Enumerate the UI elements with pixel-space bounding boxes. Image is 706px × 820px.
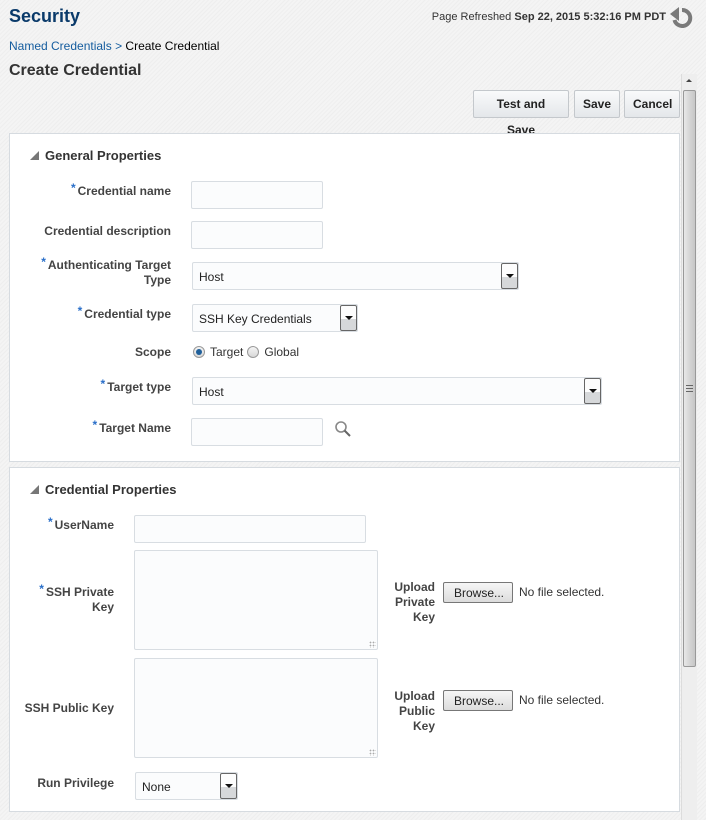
scope-global-radio[interactable]: [247, 346, 260, 358]
scroll-grip-icon: [686, 385, 693, 392]
credential-properties-panel: Credential Properties * UserName * SSH Pri…: [9, 467, 680, 812]
resize-grip-icon[interactable]: [369, 641, 376, 648]
scroll-thumb[interactable]: [683, 90, 696, 667]
chevron-down-icon[interactable]: [584, 378, 601, 404]
vertical-scrollbar[interactable]: [681, 74, 697, 820]
run-privilege-select[interactable]: None: [135, 772, 238, 800]
scope-target-radio[interactable]: [193, 346, 205, 358]
credential-description-label: Credential description: [44, 224, 171, 238]
required-marker: *: [70, 181, 76, 195]
breadcrumb-current: Create Credential: [125, 39, 220, 53]
credential-type-label: * Credential type: [77, 304, 171, 321]
credential-name-input[interactable]: [191, 181, 323, 209]
refresh-time: Sep 22, 2015 5:32:16 PM PDT: [514, 11, 666, 23]
username-input[interactable]: [134, 515, 366, 543]
page-refreshed-status: Page Refreshed Sep 22, 2015 5:32:16 PM P…: [432, 11, 666, 23]
ssh-private-key-label: * SSH Private Key: [39, 582, 114, 614]
ssh-private-key-textarea[interactable]: [134, 550, 378, 650]
chevron-down-icon[interactable]: [501, 263, 518, 289]
scope-target-label[interactable]: Target: [210, 345, 243, 359]
page-subtitle: Create Credential: [9, 62, 142, 79]
browse-private-key-button[interactable]: Browse...: [443, 582, 513, 603]
refresh-icon[interactable]: [670, 6, 694, 28]
username-label: * UserName: [47, 515, 114, 532]
scope-label: Scope: [134, 345, 171, 359]
target-type-select[interactable]: Host: [192, 377, 602, 405]
upload-private-key-label: Upload Private Key: [394, 580, 435, 624]
browse-public-key-button[interactable]: Browse...: [443, 690, 513, 711]
private-key-file-status: No file selected.: [519, 585, 605, 599]
resize-grip-icon[interactable]: [369, 749, 376, 756]
target-type-label: * Target type: [100, 377, 171, 394]
breadcrumb-separator: >: [115, 39, 123, 53]
refresh-prefix: Page Refreshed: [431, 11, 512, 23]
chevron-down-icon[interactable]: [220, 773, 237, 799]
ssh-private-key-field: [134, 550, 378, 650]
save-button[interactable]: Save: [574, 90, 620, 118]
page-title: Security: [9, 6, 81, 26]
collapse-triangle-icon: [30, 151, 39, 160]
breadcrumb: Named Credentials > Create Credential: [9, 39, 219, 53]
credential-description-input[interactable]: [191, 221, 323, 249]
upload-public-key-label: Upload Public Key: [394, 689, 435, 733]
collapse-triangle-icon: [30, 485, 39, 494]
authenticating-target-type-select[interactable]: Host: [192, 262, 519, 290]
breadcrumb-named-credentials[interactable]: Named Credentials: [9, 39, 112, 53]
general-properties-header[interactable]: General Properties: [30, 148, 161, 163]
credential-type-select[interactable]: SSH Key Credentials: [192, 304, 358, 332]
target-name-label: * Target Name: [92, 418, 171, 435]
credential-properties-header[interactable]: Credential Properties: [30, 482, 177, 497]
ssh-public-key-field: [134, 658, 378, 758]
scope-radio-group: Target Global: [193, 345, 303, 359]
credential-name-label: * Credential name: [70, 181, 171, 198]
authenticating-target-type-label: * Authenticating Target Type: [41, 255, 171, 287]
general-properties-panel: General Properties * Credential name Cred…: [9, 133, 680, 462]
ssh-public-key-textarea[interactable]: [134, 658, 378, 758]
test-and-save-button[interactable]: Test and Save: [473, 90, 569, 137]
general-properties-title: General Properties: [45, 148, 162, 163]
search-icon[interactable]: [334, 420, 352, 438]
chevron-down-icon[interactable]: [340, 305, 357, 331]
public-key-file-status: No file selected.: [519, 693, 605, 707]
credential-properties-title: Credential Properties: [45, 482, 177, 497]
ssh-public-key-label: SSH Public Key: [24, 701, 114, 715]
run-privilege-label: Run Privilege: [37, 776, 114, 790]
cancel-button[interactable]: Cancel: [624, 90, 680, 118]
scroll-up-arrow-icon[interactable]: [682, 74, 697, 88]
target-name-input[interactable]: [191, 418, 323, 446]
scope-global-label[interactable]: Global: [264, 345, 299, 359]
